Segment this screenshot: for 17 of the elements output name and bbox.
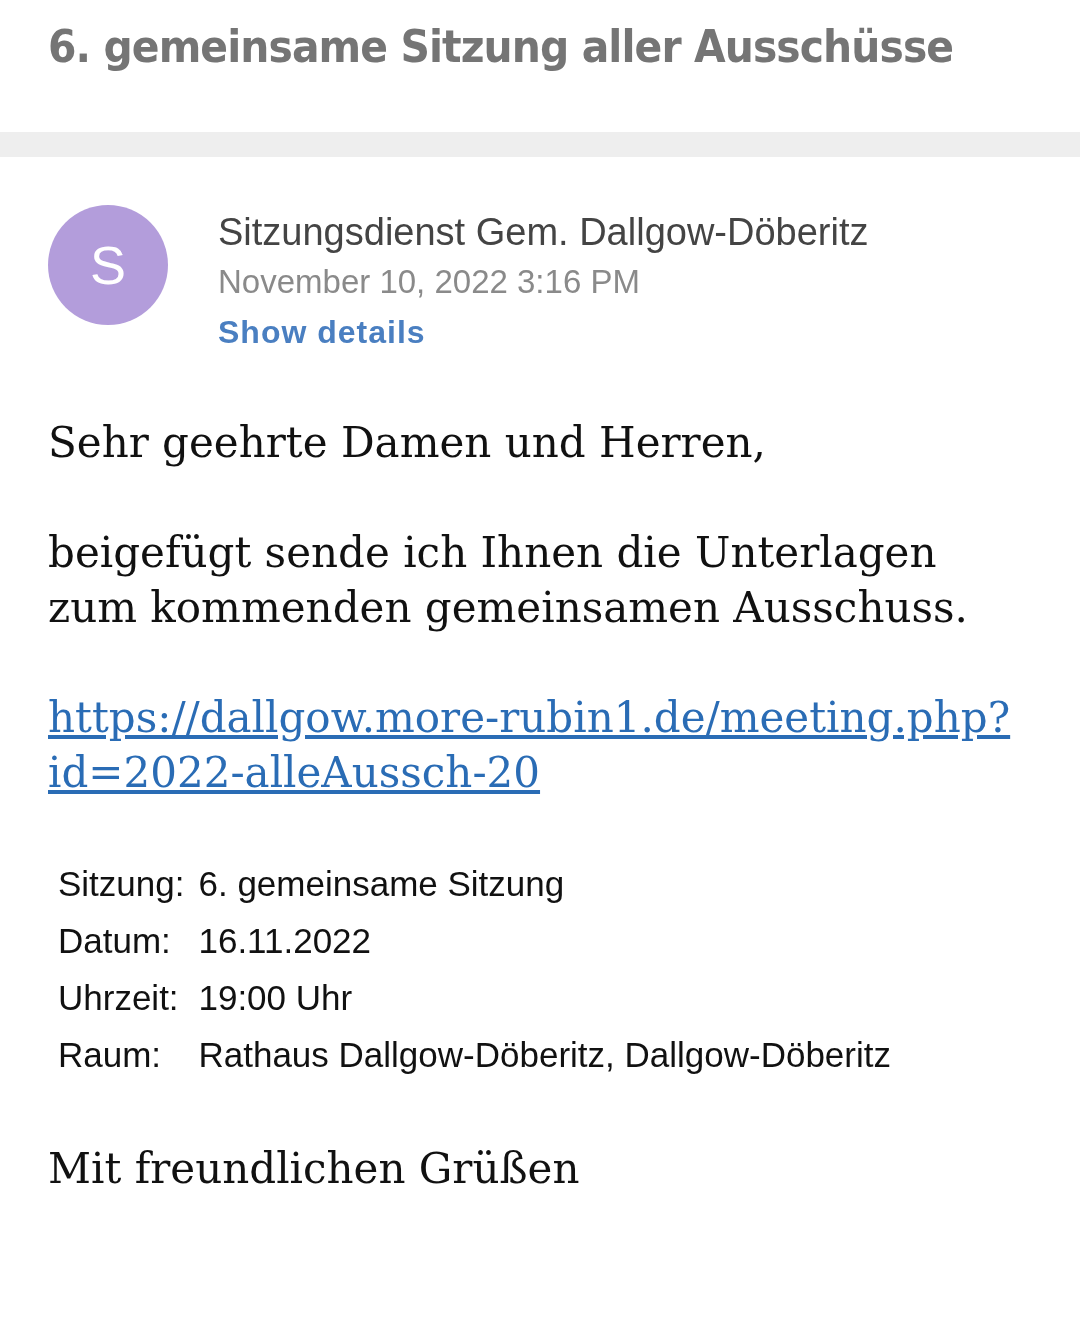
- show-details-link[interactable]: Show details: [218, 307, 426, 357]
- sent-date: November 10, 2022 3:16 PM: [218, 262, 640, 302]
- detail-value: 16.11.2022: [198, 920, 373, 962]
- greeting-text: Sehr geehrte Damen und Herren,: [48, 417, 767, 469]
- body-paragraph: beigefügt sende ich Ihnen die Unterlagen zum kommenden gemeinsamen Ausschuss.: [48, 527, 969, 634]
- email-subject: 6. gemeinsame Sitzung aller Ausschüsse: [48, 20, 954, 74]
- closing-text: Mit freundlichen Grüßen: [48, 1143, 581, 1195]
- avatar: S: [48, 205, 168, 325]
- detail-value: 6. gemeinsame Sitzung: [198, 863, 566, 905]
- detail-value: 19:00 Uhr: [198, 977, 354, 1019]
- detail-label: Uhrzeit:: [58, 977, 180, 1019]
- detail-value: Rathaus Dallgow-Döberitz, Dallgow-Döberitz: [198, 1034, 892, 1076]
- detail-label: Sitzung:: [58, 863, 186, 905]
- meeting-link[interactable]: https://dallgow.more-rubin1.de/meeting.php?id=2022-alleAussch-20: [48, 690, 1038, 800]
- sender-name: Sitzungsdienst Gem. Dallgow-Döberitz: [218, 210, 869, 255]
- detail-label: Raum:: [58, 1034, 163, 1076]
- detail-label: Datum:: [58, 920, 172, 962]
